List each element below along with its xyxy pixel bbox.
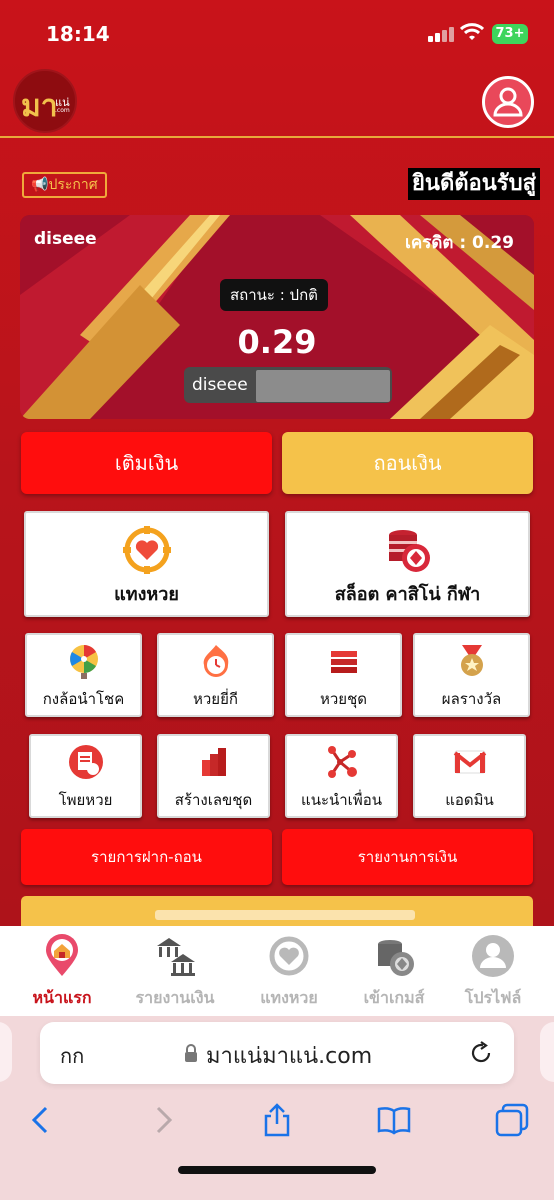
nav-lottery[interactable]: แทงหวย bbox=[234, 926, 344, 1016]
next-tab-pill[interactable] bbox=[540, 1022, 554, 1082]
welcome-marquee: ยินดีต้อนรับสู่ bbox=[408, 168, 540, 200]
profile-icon bbox=[472, 935, 514, 977]
brand-logo[interactable]: มา แน่ .com bbox=[13, 69, 77, 133]
nav-profile[interactable]: โปรไฟล์ bbox=[438, 926, 548, 1016]
document-coin-icon bbox=[68, 745, 103, 779]
obscured-label bbox=[155, 910, 415, 920]
battery-indicator: 73+ bbox=[492, 24, 528, 44]
ticket-stack-icon bbox=[330, 651, 357, 673]
home-pin-icon bbox=[46, 934, 78, 976]
reader-options-button[interactable]: กก bbox=[60, 1040, 84, 1072]
blocks-icon bbox=[201, 748, 226, 776]
tile-lottery-set-label: หวยชุด bbox=[319, 690, 368, 708]
card-credit: เครดิต : 0.29 bbox=[405, 233, 514, 253]
megaphone-icon: 📢 bbox=[31, 177, 49, 193]
tile-casino-label: สล็อต คาสิโน่ กีฬา bbox=[334, 584, 481, 605]
tile-casino[interactable]: สล็อต คาสิโน่ กีฬา bbox=[285, 511, 530, 617]
lottery-target-icon bbox=[269, 936, 309, 976]
nav-lottery-label: แทงหวย bbox=[260, 988, 318, 1007]
tile-yeekee[interactable]: หวยยี่กี bbox=[157, 633, 274, 717]
previous-tab-pill[interactable] bbox=[0, 1022, 12, 1082]
status-time: 18:14 bbox=[46, 22, 110, 46]
tile-yeekee-label: หวยยี่กี bbox=[193, 690, 238, 708]
url-text: มาแน่มาแน่.com bbox=[206, 1044, 373, 1069]
lottery-target-icon bbox=[122, 526, 171, 574]
tile-lottery-label: แทงหวย bbox=[114, 584, 179, 605]
nav-finance-label: รายงานเงิน bbox=[135, 988, 215, 1007]
nav-games[interactable]: เข้าเกมส์ bbox=[339, 926, 449, 1016]
balance-amount: 0.29 bbox=[237, 323, 317, 361]
logo-domain-text: .com bbox=[55, 107, 70, 114]
wifi-icon bbox=[460, 23, 484, 40]
reload-icon[interactable] bbox=[468, 1040, 494, 1066]
deposit-button[interactable]: เติมเงิน bbox=[21, 432, 272, 494]
cellular-signal-icon bbox=[428, 26, 454, 42]
account-name: diseee bbox=[192, 375, 248, 395]
tile-refer-friend-label: แนะนำเพื่อน bbox=[301, 791, 382, 809]
address-bar[interactable]: กก มาแน่มาแน่.com bbox=[40, 1022, 514, 1084]
account-status-badge: สถานะ : ปกติ bbox=[220, 279, 328, 311]
account-card: diseee เครดิต : 0.29 สถานะ : ปกติ 0.29 d… bbox=[20, 215, 534, 419]
withdraw-button[interactable]: ถอนเงิน bbox=[282, 432, 533, 494]
tabs-icon[interactable] bbox=[494, 1102, 530, 1138]
bank-transfer-icon bbox=[157, 938, 195, 976]
app-screen: 18:14 73+ มา แน่ .com 📢ประกาศ ยินดีต้อนร… bbox=[0, 0, 554, 1200]
app-header: มา แน่ .com bbox=[0, 66, 554, 138]
tile-create-numbers[interactable]: สร้างเลขชุด bbox=[157, 734, 270, 818]
home-indicator[interactable] bbox=[178, 1166, 376, 1174]
tile-refer-friend[interactable]: แนะนำเพื่อน bbox=[285, 734, 398, 818]
tile-lottery-slip[interactable]: โพยหวย bbox=[29, 734, 142, 818]
tile-lottery-slip-label: โพยหวย bbox=[58, 791, 113, 809]
network-icon bbox=[327, 746, 357, 778]
logo-main-text: มา bbox=[21, 89, 58, 124]
announcement-label: ประกาศ bbox=[48, 177, 98, 193]
bookmarks-icon[interactable] bbox=[376, 1102, 412, 1138]
timer-icon bbox=[203, 645, 228, 677]
back-icon[interactable] bbox=[24, 1102, 60, 1138]
tile-lottery-set[interactable]: หวยชุด bbox=[285, 633, 402, 717]
bottom-navigation: หน้าแรก รายงานเงิน แทงหวย เข้าเกมส์ โปรไ… bbox=[0, 926, 554, 1016]
tile-lottery[interactable]: แทงหวย bbox=[24, 511, 269, 617]
tile-admin-label: แอดมิน bbox=[445, 791, 494, 809]
nav-home[interactable]: หน้าแรก bbox=[7, 926, 117, 1016]
medal-icon bbox=[460, 645, 483, 676]
nav-finance[interactable]: รายงานเงิน bbox=[120, 926, 230, 1016]
status-bar: 18:14 73+ bbox=[0, 0, 554, 66]
tile-lucky-wheel[interactable]: กงล้อนำโชค bbox=[25, 633, 142, 717]
tile-results-label: ผลรางวัล bbox=[441, 690, 502, 708]
nav-games-label: เข้าเกมส์ bbox=[363, 988, 425, 1007]
announcement-badge[interactable]: 📢ประกาศ bbox=[22, 172, 107, 198]
finance-report-button[interactable]: รายงานการเงิน bbox=[282, 829, 533, 885]
tile-admin[interactable]: แอดมิน bbox=[413, 734, 526, 818]
nav-home-label: หน้าแรก bbox=[32, 988, 92, 1007]
tile-lucky-wheel-label: กงล้อนำโชค bbox=[42, 690, 125, 708]
nav-profile-label: โปรไฟล์ bbox=[464, 988, 522, 1007]
account-name-chip: diseee bbox=[184, 367, 392, 403]
profile-button[interactable] bbox=[482, 76, 534, 128]
lucky-wheel-icon bbox=[69, 645, 98, 679]
tile-create-numbers-label: สร้างเลขชุด bbox=[174, 791, 253, 809]
gmail-icon bbox=[453, 750, 486, 774]
casino-chips-icon bbox=[378, 940, 414, 976]
forward-icon[interactable] bbox=[144, 1102, 180, 1138]
tile-results[interactable]: ผลรางวัล bbox=[413, 633, 530, 717]
account-number-redacted bbox=[256, 370, 390, 402]
share-icon[interactable] bbox=[259, 1102, 295, 1138]
card-username: diseee bbox=[34, 229, 97, 249]
lock-icon bbox=[185, 1044, 197, 1062]
casino-chips-icon bbox=[388, 530, 430, 572]
transactions-report-button[interactable]: รายการฝาก-ถอน bbox=[21, 829, 272, 885]
user-icon bbox=[493, 87, 523, 117]
